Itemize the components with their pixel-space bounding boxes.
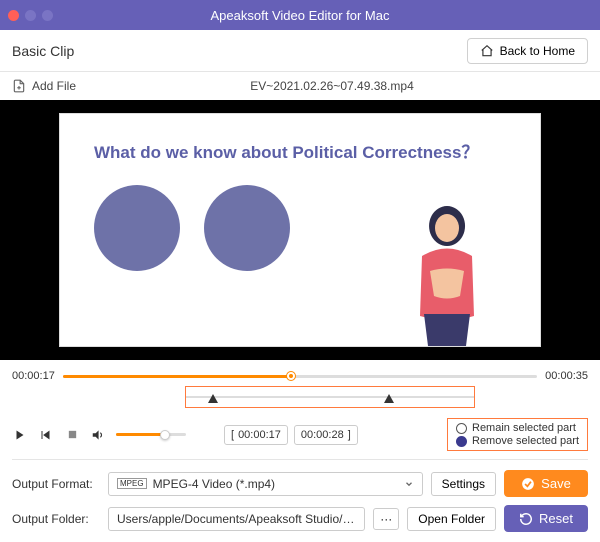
radio-unchecked-icon [456,423,467,434]
format-value: MPEG-4 Video (*.mp4) [153,477,276,491]
maximize-window-icon[interactable] [42,10,53,21]
remove-option[interactable]: Remove selected part [456,435,579,447]
reset-button[interactable]: Reset [504,505,588,532]
playhead-icon[interactable] [287,372,295,380]
volume-slider[interactable] [116,433,186,436]
clip-out-value: 00:00:28 [301,429,344,441]
slide-circle [94,185,180,271]
traffic-lights [8,10,53,21]
section-title: Basic Clip [12,43,74,59]
bracket-right-icon: ] [348,429,351,441]
refresh-icon [519,512,533,526]
video-preview: What do we know about Political Correctn… [0,100,600,360]
add-file-button[interactable]: Add File [12,79,76,93]
back-to-home-button[interactable]: Back to Home [467,38,588,64]
output-section: Output Format: MPEG MPEG-4 Video (*.mp4)… [0,462,600,542]
save-label: Save [541,476,571,491]
output-format-label: Output Format: [12,477,100,491]
person-illustration [392,196,502,346]
controls-row: [ 00:00:17 00:00:28 ] Remain selected pa… [0,414,600,457]
chevron-down-icon [404,479,414,489]
output-folder-label: Output Folder: [12,512,100,526]
scrub-row [0,386,600,414]
file-bar: Add File EV~2021.02.26~07.49.38.mp4 [0,72,600,100]
time-start: 00:00:17 [12,370,55,382]
clip-in-input[interactable]: [ 00:00:17 [224,425,288,445]
file-plus-icon [12,79,26,93]
browse-folder-button[interactable]: ··· [373,508,399,530]
timeline-track[interactable] [63,366,537,386]
volume-icon[interactable] [90,427,106,443]
clip-out-input[interactable]: 00:00:28 ] [294,425,358,445]
clip-in-value: 00:00:17 [238,429,281,441]
back-label: Back to Home [500,44,575,58]
clip-in-marker-icon[interactable] [208,394,218,403]
clip-mode-options: Remain selected part Remove selected par… [447,418,588,451]
remain-option[interactable]: Remain selected part [456,422,579,434]
current-filename: EV~2021.02.26~07.49.38.mp4 [76,79,588,93]
app-title: Apeaksoft Video Editor for Mac [211,8,390,23]
mpeg-icon: MPEG [117,478,147,489]
clip-out-marker-icon[interactable] [384,394,394,403]
titlebar: Apeaksoft Video Editor for Mac [0,0,600,30]
volume-knob-icon[interactable] [160,430,170,440]
divider [12,459,588,460]
clip-range-box[interactable] [185,386,475,408]
save-button[interactable]: Save [504,470,588,497]
video-frame: What do we know about Political Correctn… [60,114,540,346]
radio-checked-icon [456,436,467,447]
slide-circle [204,185,290,271]
time-end: 00:00:35 [545,370,588,382]
stop-button[interactable] [64,427,80,443]
minimize-window-icon[interactable] [25,10,36,21]
output-format-select[interactable]: MPEG MPEG-4 Video (*.mp4) [108,472,423,496]
output-folder-field[interactable]: Users/apple/Documents/Apeaksoft Studio/V… [108,507,365,531]
home-icon [480,44,494,58]
bracket-left-icon: [ [231,429,234,441]
add-file-label: Add File [32,79,76,93]
slide-title: What do we know about Political Correctn… [94,138,506,163]
reset-label: Reset [539,511,573,526]
settings-button[interactable]: Settings [431,472,496,496]
play-button[interactable] [12,427,28,443]
open-folder-button[interactable]: Open Folder [407,507,496,531]
header-bar: Basic Clip Back to Home [0,30,600,72]
check-circle-icon [521,477,535,491]
remain-label: Remain selected part [472,422,576,434]
close-window-icon[interactable] [8,10,19,21]
remove-label: Remove selected part [472,435,579,447]
step-button[interactable] [38,427,54,443]
timeline-row: 00:00:17 00:00:35 [0,360,600,386]
